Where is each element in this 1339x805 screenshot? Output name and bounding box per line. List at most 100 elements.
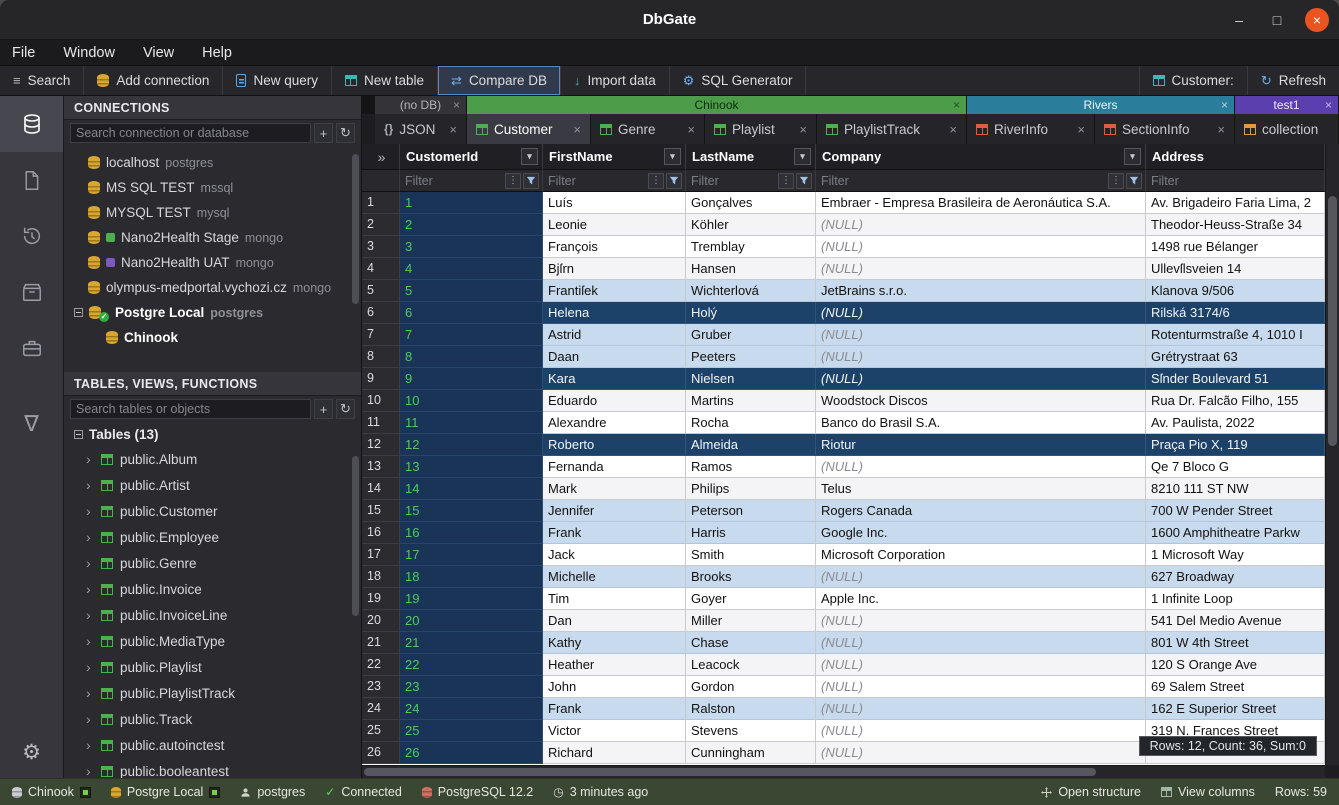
column-header-company[interactable]: Company ▾ [816,144,1146,170]
chevron-right-icon[interactable]: › [86,659,94,675]
tab-playlist[interactable]: Playlist × [705,114,817,144]
tab-customer[interactable]: Customer × [467,114,591,144]
collapse-icon[interactable] [74,430,83,439]
data-cell[interactable]: Philips [686,478,816,500]
data-cell[interactable]: Banco do Brasil S.A. [816,412,1146,434]
settings-gear-icon[interactable]: ⚙ [0,726,63,778]
compare-db-button[interactable]: ⇄ Compare DB [438,66,561,95]
tab-collection[interactable]: collection [1235,114,1339,144]
menu-window[interactable]: Window [63,45,115,61]
row-number-cell[interactable]: 7 [362,324,400,346]
horizontal-scrollbar[interactable] [362,765,1325,778]
data-cell[interactable]: (NULL) [816,676,1146,698]
cell-customerid[interactable]: 4 [400,258,543,280]
data-cell[interactable]: (NULL) [816,456,1146,478]
table-row[interactable]: 88DaanPeeters(NULL)Grétrystraat 63 [362,346,1325,368]
table-item[interactable]: ›public.booleantest [64,758,361,778]
data-cell[interactable]: Av. Paulista, 2022 [1146,412,1325,434]
data-cell[interactable]: Fernanda [543,456,686,478]
cell-customerid[interactable]: 19 [400,588,543,610]
add-connection-button[interactable]: Add connection [84,66,223,95]
scrollbar-thumb[interactable] [1328,196,1337,446]
filter-input[interactable] [403,173,503,189]
data-cell[interactable]: Kathy [543,632,686,654]
tab-group-chinook[interactable]: Chinook × [467,96,967,114]
data-cell[interactable]: (NULL) [816,654,1146,676]
maximize-button[interactable]: □ [1267,12,1287,28]
chevron-right-icon[interactable]: › [86,737,94,753]
cell-customerid[interactable]: 12 [400,434,543,456]
data-cell[interactable]: Leonie [543,214,686,236]
table-item[interactable]: ›public.PlaylistTrack [64,680,361,706]
cell-customerid[interactable]: 26 [400,742,543,764]
table-row[interactable]: 44BjſrnHansen(NULL)Ullevſlsveien 14 [362,258,1325,280]
data-cell[interactable]: (NULL) [816,324,1146,346]
connection-item[interactable]: Chinook [64,325,361,350]
tab-group-test1[interactable]: test1 × [1235,96,1339,114]
table-item[interactable]: ›public.InvoiceLine [64,602,361,628]
cell-customerid[interactable]: 5 [400,280,543,302]
filter-funnel-icon[interactable] [523,173,539,189]
data-cell[interactable]: Chase [686,632,816,654]
table-row[interactable]: 77AstridGruber(NULL)Rotenturmstraße 4, 1… [362,324,1325,346]
table-item[interactable]: ›public.Artist [64,472,361,498]
row-number-cell[interactable]: 14 [362,478,400,500]
data-cell[interactable]: Brooks [686,566,816,588]
tab-json[interactable]: {} JSON × [375,114,467,144]
data-cell[interactable]: Ullevſlsveien 14 [1146,258,1325,280]
data-cell[interactable]: Cunningham [686,742,816,764]
data-cell[interactable]: Mark [543,478,686,500]
table-row[interactable]: 1414MarkPhilipsTelus8210 111 ST NW [362,478,1325,500]
data-cell[interactable]: Dan [543,610,686,632]
data-cell[interactable]: 1498 rue Bélanger [1146,236,1325,258]
data-cell[interactable]: 801 W 4th Street [1146,632,1325,654]
connections-search-input[interactable] [70,123,311,143]
data-cell[interactable]: Frank [543,522,686,544]
table-row[interactable]: 55FrantiſekWichterlováJetBrains s.r.o.Kl… [362,280,1325,302]
table-item[interactable]: ›public.autoinctest [64,732,361,758]
table-item[interactable]: ›public.Invoice [64,576,361,602]
cell-customerid[interactable]: 9 [400,368,543,390]
cell-customerid[interactable]: 15 [400,500,543,522]
data-cell[interactable]: 1 Microsoft Way [1146,544,1325,566]
data-cell[interactable]: Ramos [686,456,816,478]
close-icon[interactable]: × [949,122,957,137]
cell-customerid[interactable]: 18 [400,566,543,588]
data-cell[interactable]: 541 Del Medio Avenue [1146,610,1325,632]
sidebar-archive-icon[interactable] [0,264,63,320]
connection-item[interactable]: MS SQL TESTmssql [64,175,361,200]
data-cell[interactable]: (NULL) [816,236,1146,258]
data-cell[interactable]: Gordon [686,676,816,698]
data-cell[interactable]: Praça Pio X, 119 [1146,434,1325,456]
data-cell[interactable]: Rogers Canada [816,500,1146,522]
close-icon[interactable]: × [1077,122,1085,137]
chevron-right-icon[interactable]: › [86,477,94,493]
row-number-cell[interactable]: 22 [362,654,400,676]
data-cell[interactable]: Hansen [686,258,816,280]
data-cell[interactable]: Martins [686,390,816,412]
column-dropdown-icon[interactable]: ▾ [521,148,538,165]
collapse-icon[interactable] [74,308,83,317]
table-row[interactable]: 66HelenaHolý(NULL)Rilská 3174/6 [362,302,1325,324]
data-cell[interactable]: 1 Infinite Loop [1146,588,1325,610]
column-header-customerid[interactable]: CustomerId ▾ [400,144,543,170]
tables-group-row[interactable]: Tables (13) [64,422,361,446]
data-cell[interactable]: John [543,676,686,698]
data-cell[interactable]: Ralston [686,698,816,720]
row-number-cell[interactable]: 25 [362,720,400,742]
data-cell[interactable]: (NULL) [816,698,1146,720]
column-dropdown-icon[interactable]: ▾ [794,148,811,165]
chevron-right-icon[interactable]: › [86,503,94,519]
close-icon[interactable]: × [1221,98,1228,112]
cell-customerid[interactable]: 8 [400,346,543,368]
column-dropdown-icon[interactable]: ▾ [1124,148,1141,165]
filter-menu-icon[interactable]: ⋮ [648,173,664,189]
data-cell[interactable]: Microsoft Corporation [816,544,1146,566]
table-row[interactable]: 2323JohnGordon(NULL)69 Salem Street [362,676,1325,698]
row-number-cell[interactable]: 1 [362,192,400,214]
filter-menu-icon[interactable]: ⋮ [1108,173,1124,189]
data-cell[interactable]: (NULL) [816,302,1146,324]
data-cell[interactable]: Jack [543,544,686,566]
connection-item[interactable]: localhostpostgres [64,150,361,175]
new-table-button[interactable]: New table [332,66,438,95]
